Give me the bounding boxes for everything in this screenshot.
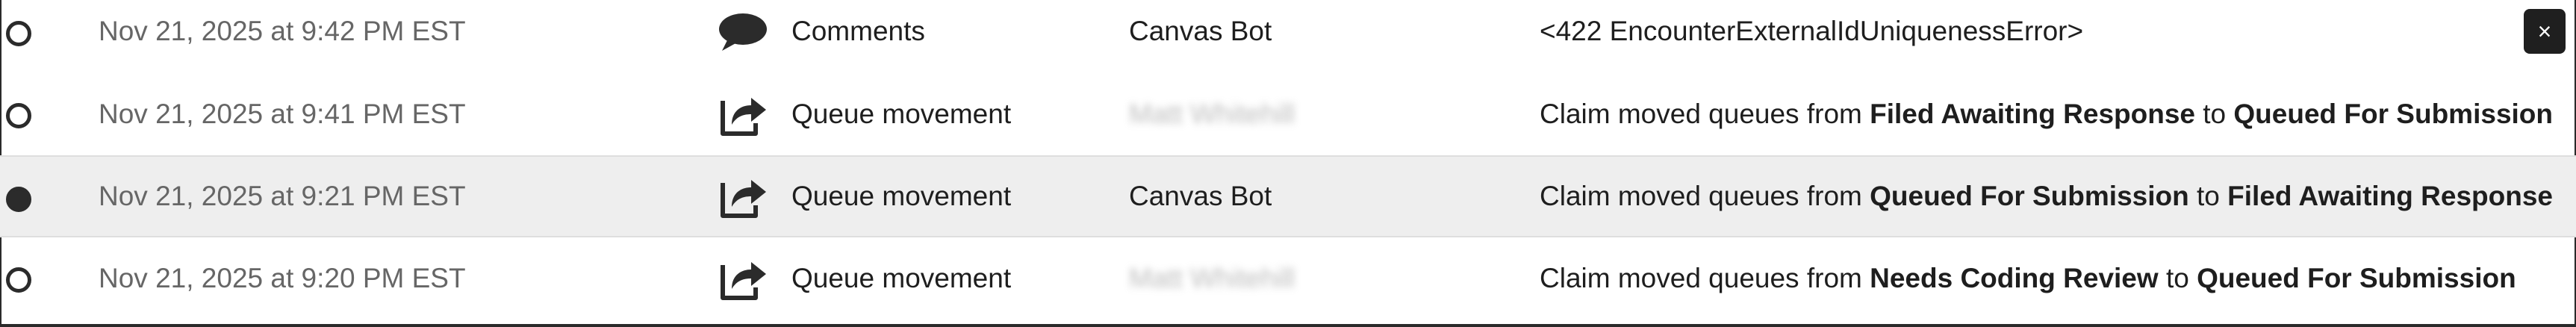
comment-icon [717,0,769,73]
queue-movement-icon [717,73,769,155]
row-timestamp: Nov 21, 2025 at 9:41 PM EST [99,99,466,129]
history-row[interactable]: Nov 21, 2025 at 9:41 PM EST Queue moveme… [0,73,2576,155]
timeline-dot [6,21,31,46]
timeline-dot [6,267,31,293]
desc-prefix: Claim moved queues from [1540,181,1862,211]
queue-movement-icon [717,237,769,320]
redacted-actor-name: Matt Whitehill [1129,263,1295,293]
row-actor: Matt Whitehill [1129,237,1295,320]
row-actor: Canvas Bot [1129,181,1272,211]
row-description: Claim moved queues from Queued For Submi… [1540,157,2553,236]
row-description: <422 EncounterExternalIdUniquenessError> [1540,16,2084,46]
desc-prefix: Claim moved queues from [1540,263,1862,293]
desc-to-queue: Filed Awaiting Response [2227,181,2554,211]
row-timestamp: Nov 21, 2025 at 9:20 PM EST [99,263,466,293]
desc-to-word: to [2165,263,2189,293]
desc-to-queue: Queued For Submission [2233,99,2554,129]
desc-from-queue: Queued For Submission [1870,181,2189,211]
history-row[interactable]: Nov 21, 2025 at 9:20 PM EST Queue moveme… [0,237,2576,320]
row-actor: Canvas Bot [1129,16,1272,46]
row-type: Queue movement [791,181,1012,211]
desc-from-queue: Needs Coding Review [1870,263,2159,293]
row-timestamp: Nov 21, 2025 at 9:21 PM EST [99,181,466,211]
desc-to-queue: Queued For Submission [2197,263,2516,293]
row-type: Queue movement [791,99,1012,129]
desc-to-word: to [2203,99,2227,129]
queue-movement-icon [717,157,769,236]
row-timestamp: Nov 21, 2025 at 9:42 PM EST [99,16,466,46]
row-description: Claim moved queues from Filed Awaiting R… [1540,73,2553,155]
desc-prefix: Claim moved queues from [1540,99,1862,129]
close-button[interactable]: × [2524,9,2566,54]
redacted-actor-name: Matt Whitehill [1129,99,1295,129]
history-row-selected[interactable]: Nov 21, 2025 at 9:21 PM EST Queue moveme… [0,155,2576,237]
history-row[interactable]: Nov 21, 2025 at 9:42 PM EST Comments Can… [0,0,2576,73]
row-type: Comments [791,16,925,46]
timeline-dot [6,103,31,128]
row-type: Queue movement [791,263,1012,293]
timeline-dot-filled [6,187,31,212]
row-actor: Matt Whitehill [1129,73,1295,155]
desc-from-queue: Filed Awaiting Response [1870,99,2195,129]
close-icon: × [2537,17,2552,45]
row-description: Claim moved queues from Needs Coding Rev… [1540,237,2516,320]
desc-to-word: to [2197,181,2220,211]
